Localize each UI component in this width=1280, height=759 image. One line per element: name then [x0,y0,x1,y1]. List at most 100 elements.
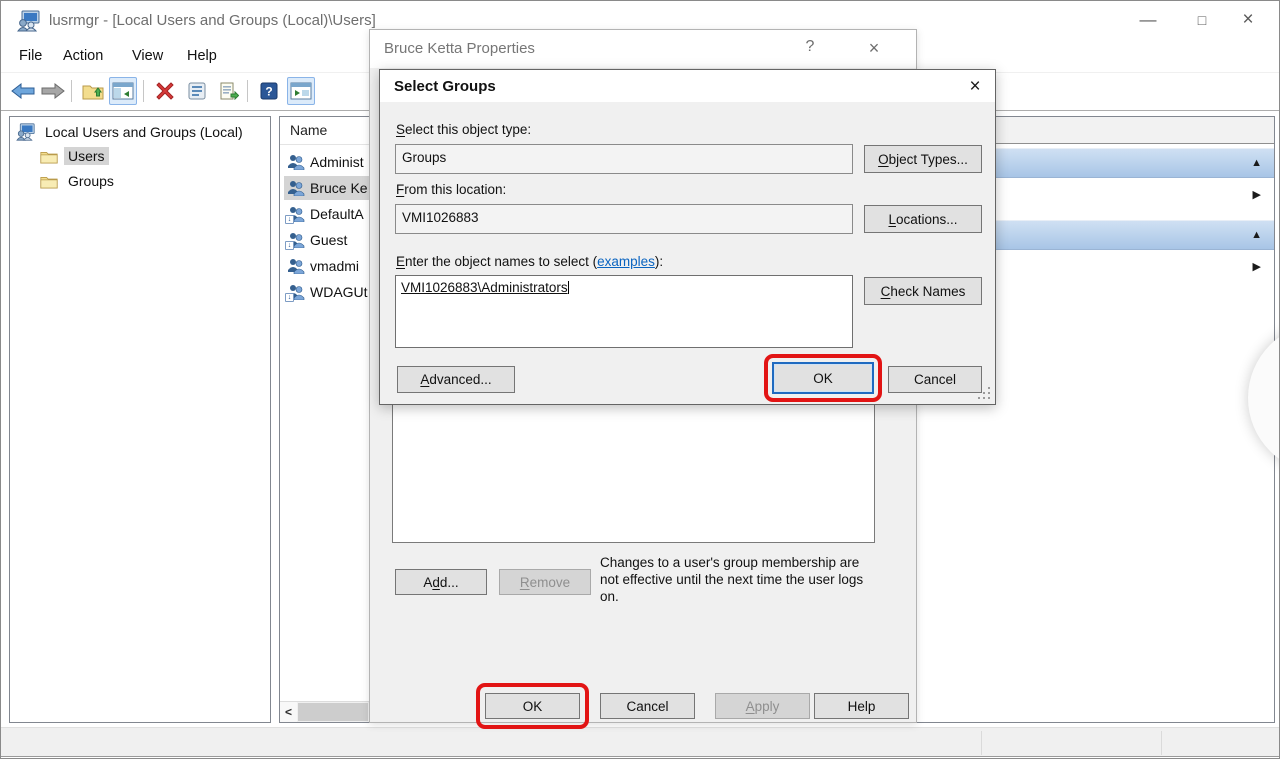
menu-view[interactable]: View [132,48,163,64]
properties-dialog-titlebar: Bruce Ketta Properties ? × [370,30,916,68]
forward-button[interactable] [39,77,67,105]
tree-item-groups[interactable]: Groups [40,170,118,192]
name-column-label: Name [290,122,327,138]
tree-root-label: Local Users and Groups (Local) [41,123,247,141]
properties-dialog-title: Bruce Ketta Properties [384,40,535,57]
dialog-close-icon[interactable]: × [963,76,987,98]
toolbar-separator [71,80,72,102]
user-name: vmadmi [310,258,359,274]
highlight-ring-select-groups-ok [764,354,882,402]
user-name: Bruce Ke [310,180,368,196]
expand-icon[interactable]: ▶ [1253,188,1261,201]
list-item-guest[interactable]: ↓ Guest [284,228,350,252]
lusrmgr-window: lusrmgr - [Local Users and Groups (Local… [0,0,1280,759]
delete-button[interactable] [151,77,179,105]
check-names-button[interactable]: Check Names [864,277,982,305]
properties-icon [187,82,207,100]
app-icon [17,10,41,32]
list-item-administrator[interactable]: Administ [284,150,367,174]
examples-link[interactable]: examples [597,254,655,269]
help-button[interactable]: ? [255,77,283,105]
menu-file[interactable]: File [19,48,42,64]
properties-button[interactable] [183,77,211,105]
location-label: From this location: [396,182,506,197]
folder-icon [40,149,58,164]
dialog-close-icon[interactable]: × [862,38,886,59]
account-disabled-badge: ↓ [285,293,294,302]
toolbar-separator [247,80,248,102]
folder-icon [40,174,58,189]
user-icon [287,180,305,196]
resize-grip[interactable] [976,385,990,399]
account-disabled-badge: ↓ [285,215,294,224]
select-groups-title: Select Groups [394,78,496,95]
collapse-icon[interactable]: ▲ [1251,229,1262,241]
user-disabled-icon: ↓ [287,284,305,300]
collapse-icon[interactable]: ▲ [1251,157,1262,169]
account-disabled-badge: ↓ [285,241,294,250]
window-title: lusrmgr - [Local Users and Groups (Local… [49,12,376,29]
tree-item-groups-label: Groups [64,172,118,190]
minimize-button[interactable]: — [1125,1,1171,39]
export-list-icon [219,82,239,100]
object-names-label: Enter the object names to select (exampl… [396,254,663,269]
menu-action[interactable]: Action [63,48,103,64]
status-separator [1161,731,1162,755]
dialog-help-icon[interactable]: ? [798,38,822,56]
list-item-vmadmin[interactable]: vmadmi [284,254,362,278]
user-name: WDAGUt [310,284,368,300]
back-arrow-icon [11,83,35,99]
list-item-bruce-ketta[interactable]: Bruce Ke [284,176,371,200]
user-name: Guest [310,232,347,248]
console-tree-panel: Local Users and Groups (Local) Users Gro… [9,116,271,723]
remove-button: Remove [499,569,591,595]
user-disabled-icon: ↓ [287,206,305,222]
locations-button[interactable]: Locations... [864,205,982,233]
tree-root[interactable]: Local Users and Groups (Local) [16,121,247,143]
back-button[interactable] [9,77,37,105]
tree-item-users[interactable]: Users [40,145,109,167]
folder-up-icon [82,82,104,100]
highlight-ring-properties-ok [476,683,589,729]
properties-help-button[interactable]: Help [814,693,909,719]
forward-arrow-icon [41,83,65,99]
help-icon: ? [260,82,278,100]
delete-x-icon [156,82,174,100]
close-button[interactable]: × [1225,1,1271,39]
location-field: VMI1026883 [395,204,853,234]
select-groups-titlebar: Select Groups × [380,70,995,102]
list-item-defaultaccount[interactable]: ↓ DefaultA [284,202,367,226]
show-action-pane-button[interactable] [287,77,315,105]
maximize-button[interactable]: □ [1179,1,1225,39]
object-type-field: Groups [395,144,853,174]
console-tree-icon [112,82,134,100]
action-pane-icon [290,82,312,100]
select-groups-cancel-button[interactable]: Cancel [888,366,982,393]
text-caret [568,281,569,294]
toolbar-separator [143,80,144,102]
status-bar [1,727,1279,757]
membership-note: Changes to a user's group membership are… [600,554,878,605]
menu-help[interactable]: Help [187,48,217,64]
add-button[interactable]: Add... [395,569,487,595]
properties-apply-button: Apply [715,693,810,719]
export-list-button[interactable] [215,77,243,105]
advanced-button[interactable]: Advanced... [397,366,515,393]
scroll-left-arrow[interactable]: < [280,702,297,722]
scrollbar-thumb[interactable] [298,703,368,721]
show-console-tree-button[interactable] [109,77,137,105]
expand-icon[interactable]: ▶ [1253,260,1261,273]
computer-users-icon [16,123,36,141]
user-disabled-icon: ↓ [287,232,305,248]
list-item-wdagutilityaccount[interactable]: ↓ WDAGUt [284,280,371,304]
up-one-level-button[interactable] [79,77,107,105]
properties-cancel-button[interactable]: Cancel [600,693,695,719]
object-type-label: Select this object type: [396,122,531,137]
object-types-button[interactable]: Object Types... [864,145,982,173]
tree-item-users-label: Users [64,147,109,165]
user-name: Administ [310,154,364,170]
object-names-input[interactable]: VMI1026883\Administrators [395,275,853,348]
user-name: DefaultA [310,206,364,222]
status-separator [981,731,982,755]
select-groups-dialog: Select Groups × Select this object type:… [379,69,996,405]
